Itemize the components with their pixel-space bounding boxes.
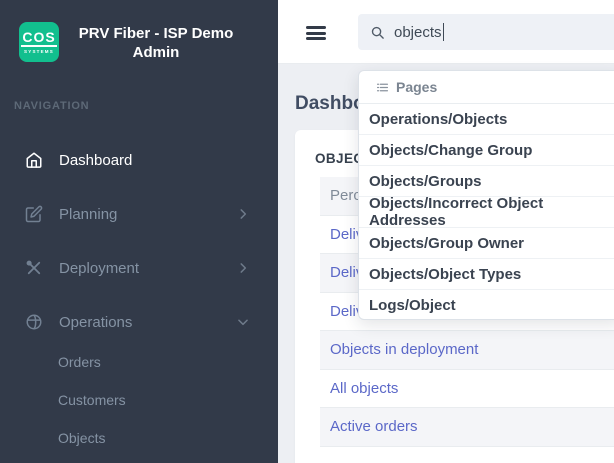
search-input[interactable]: objects [358,14,614,50]
sidebar: COS SYSTEMS PRV Fiber - ISP Demo Admin N… [0,0,278,463]
search-result-item[interactable]: Objects/Groups [359,166,614,197]
search-result-item[interactable]: Objects/Change Group [359,135,614,166]
search-icon [370,25,385,40]
dropdown-header: Pages [359,71,614,104]
table-row[interactable]: Objects in deployment [320,331,614,370]
edit-icon [25,205,43,223]
logo-subtext: SYSTEMS [24,49,54,54]
topbar: objects [278,0,614,64]
cos-systems-logo: COS SYSTEMS [19,22,59,62]
sidebar-item-operations[interactable]: Operations [0,295,278,349]
dropdown-header-label: Pages [396,79,438,95]
sidebar-item-label: Operations [59,313,133,331]
table-row[interactable]: All objects [320,370,614,408]
sidebar-subitem-label: Customers [58,392,126,408]
menu-toggle-icon[interactable] [306,26,326,40]
search-result-item[interactable]: Objects/Object Types [359,259,614,290]
globe-icon [25,313,43,331]
sidebar-item-label: Planning [59,205,118,223]
search-result-item[interactable]: Operations/Objects [359,104,614,135]
chevron-down-icon [236,315,250,329]
sidebar-item-planning[interactable]: Planning [0,187,278,241]
row-label: Perc [330,187,361,205]
row-link[interactable]: Active orders [330,418,418,435]
sidebar-subitem-orders[interactable]: Orders [0,343,278,381]
search-results-dropdown: Pages Operations/Objects Objects/Change … [358,70,614,320]
home-icon [25,151,43,169]
app-title: PRV Fiber - ISP Demo Admin [78,25,234,61]
sidebar-item-label: Dashboard [59,151,133,169]
search-value: objects [394,23,442,41]
search-result-item[interactable]: Objects/Group Owner [359,228,614,259]
sidebar-item-label: Deployment [59,259,140,277]
logo-text: COS [21,29,57,47]
list-icon [376,81,389,94]
nav-section-label: NAVIGATION [14,100,90,112]
sidebar-item-deployment[interactable]: Deployment [0,241,278,295]
row-link[interactable]: All objects [330,380,398,397]
sidebar-subitem-label: Objects [58,430,106,446]
row-link[interactable]: Objects in deployment [330,341,478,358]
table-row[interactable]: Active orders [320,408,614,447]
sidebar-subitem-customers[interactable]: Customers [0,381,278,419]
sidebar-item-dashboard[interactable]: Dashboard [0,133,278,187]
tools-icon [25,259,43,277]
app-window: COS SYSTEMS PRV Fiber - ISP Demo Admin N… [0,0,614,463]
text-caret [442,23,445,41]
chevron-right-icon [236,207,250,221]
sidebar-subitem-label: Orders [58,354,101,370]
chevron-right-icon [236,261,250,275]
brand[interactable]: COS SYSTEMS PRV Fiber - ISP Demo Admin [0,0,278,84]
search-result-item[interactable]: Objects/Incorrect Object Addresses [359,195,614,229]
sidebar-subitem-objects[interactable]: Objects [0,419,278,457]
search-result-item[interactable]: Logs/Object [359,290,614,321]
